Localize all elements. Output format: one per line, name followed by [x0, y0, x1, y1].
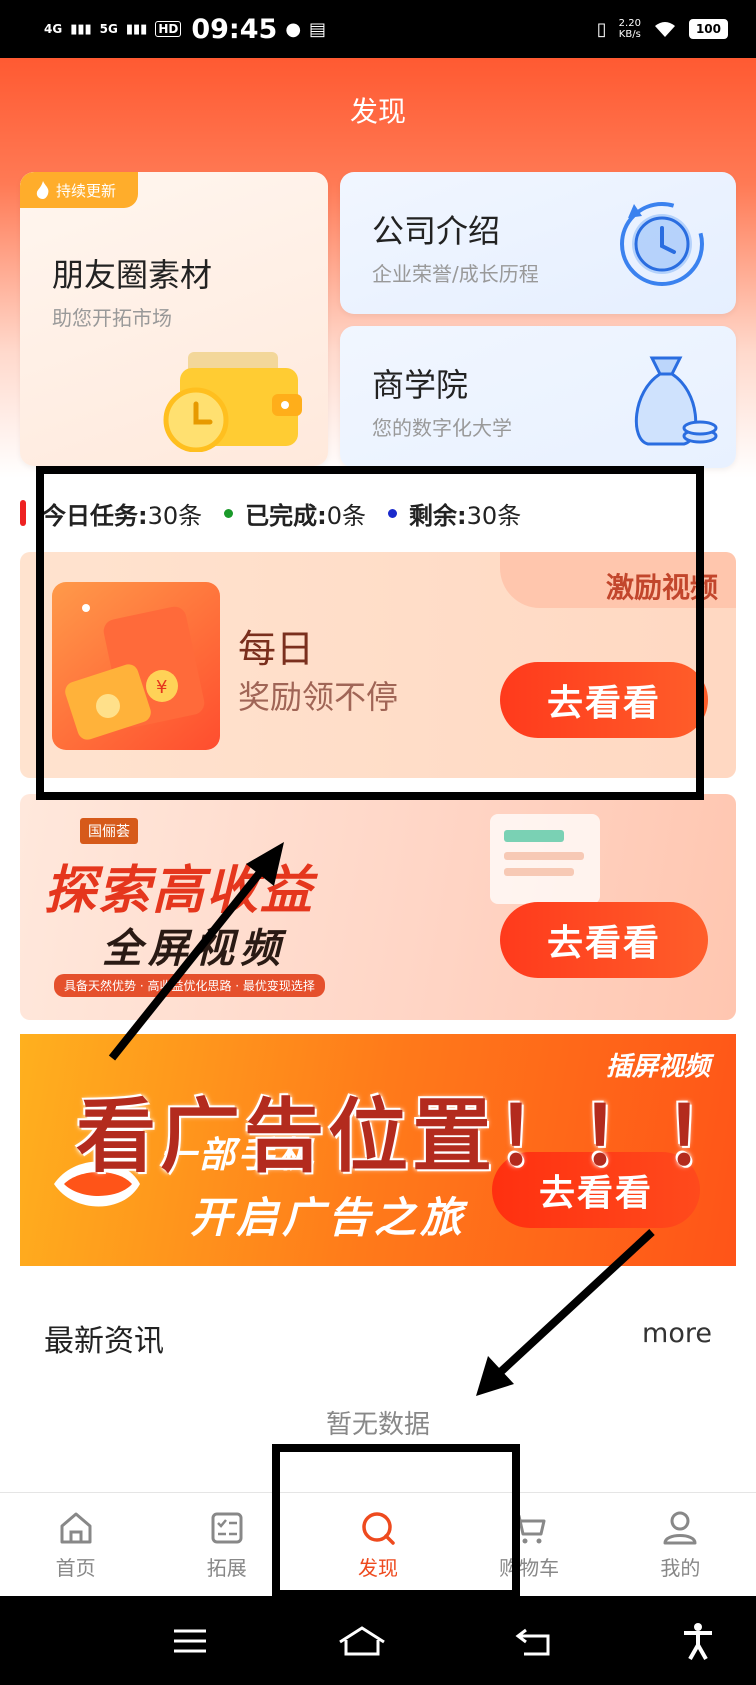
- company-title: 公司介绍: [372, 212, 501, 250]
- wallet-clock-icon: [163, 352, 302, 452]
- tab-mine-label: 我的: [660, 1556, 701, 1580]
- latest-news-title: 最新资讯: [44, 1324, 164, 1359]
- back-icon[interactable]: [514, 1624, 554, 1658]
- annotation-overlay-text: 看广告位置！！！: [76, 1090, 748, 1183]
- annotation-box-discover-tab: [272, 1444, 520, 1598]
- calendar-icon: ▤: [309, 18, 327, 40]
- status-bar: 4G ▮▮▮ 5G ▮▮▮ HD 09:45 ● ▤ ▯ 2.20 KB/s 1…: [0, 0, 756, 58]
- flame-icon: [36, 181, 49, 199]
- checklist-icon: [211, 1512, 243, 1544]
- fullscreen-strip: 具备天然优势 · 高收益优化思路 · 最优变现选择: [54, 974, 325, 997]
- fullscreen-go-button[interactable]: 去看看: [500, 902, 708, 978]
- network-speed: 2.20 KB/s: [619, 18, 641, 40]
- signal-4g: 4G: [44, 22, 63, 36]
- clock: 09:45: [191, 13, 278, 45]
- signal-5g: 5G: [99, 22, 118, 36]
- continuous-update-tag: 持续更新: [20, 172, 139, 208]
- academy-subtitle: 您的数字化大学: [372, 416, 512, 440]
- moments-subtitle: 助您开拓市场: [52, 306, 172, 330]
- fullscreen-headline: 探索高收益: [44, 861, 315, 921]
- battery-indicator: 100: [688, 19, 728, 39]
- moments-title: 朋友圈素材: [52, 256, 213, 294]
- vibrate-icon: ▯: [596, 18, 607, 40]
- wifi-icon: [654, 22, 675, 37]
- page-title: 发现: [349, 95, 406, 128]
- tag-label: 持续更新: [56, 181, 117, 200]
- company-subtitle: 企业荣誉/成长历程: [372, 262, 539, 286]
- empty-state-text: 暂无数据: [325, 1410, 430, 1440]
- speed-unit: KB/s: [618, 29, 641, 40]
- company-intro-card[interactable]: 公司介绍 企业荣誉/成长历程: [340, 172, 736, 314]
- status-right: ▯ 2.20 KB/s 100: [597, 18, 728, 40]
- menu-icon[interactable]: [170, 1626, 210, 1656]
- fullscreen-video-banner[interactable]: 国俪荟 探索高收益 全屏视频 具备天然优势 · 高收益优化思路 · 最优变现选择…: [20, 794, 736, 1020]
- brand-badge: 国俪荟: [80, 818, 138, 844]
- fullscreen-subheadline: 全屏视频: [102, 926, 286, 972]
- home-icon: [60, 1512, 92, 1544]
- clock-history-icon: [620, 202, 704, 286]
- task-marker: [20, 500, 26, 526]
- tab-mine[interactable]: 我的: [620, 1508, 740, 1581]
- business-school-card[interactable]: 商学院 您的数字化大学: [340, 326, 736, 468]
- interstitial-line2: 开启广告之旅: [190, 1193, 467, 1242]
- qq-icon: ●: [285, 18, 302, 40]
- accessibility-icon[interactable]: [680, 1621, 716, 1661]
- tab-expand[interactable]: 拓展: [167, 1508, 287, 1581]
- speed-value: 2.20: [618, 18, 641, 29]
- annotation-box-ad-area: [36, 466, 704, 800]
- user-icon: [663, 1511, 697, 1545]
- money-bag-icon: [634, 356, 718, 446]
- tab-expand-label: 拓展: [206, 1556, 247, 1580]
- status-left: 4G ▮▮▮ 5G ▮▮▮ HD 09:45 ● ▤: [44, 14, 326, 45]
- news-more-link[interactable]: more: [642, 1318, 712, 1349]
- signal-bars-icon: ▮▮▮: [125, 21, 148, 37]
- tab-home-label: 首页: [55, 1556, 96, 1580]
- hd-badge: HD: [155, 21, 182, 37]
- system-nav-bar: [0, 1596, 756, 1685]
- tab-home[interactable]: 首页: [16, 1508, 136, 1581]
- moments-material-card[interactable]: 持续更新 朋友圈素材 助您开拓市场: [20, 172, 328, 466]
- home-nav-icon[interactable]: [336, 1624, 388, 1658]
- signal-bars-icon: ▮▮▮: [70, 21, 92, 37]
- academy-title: 商学院: [372, 366, 469, 404]
